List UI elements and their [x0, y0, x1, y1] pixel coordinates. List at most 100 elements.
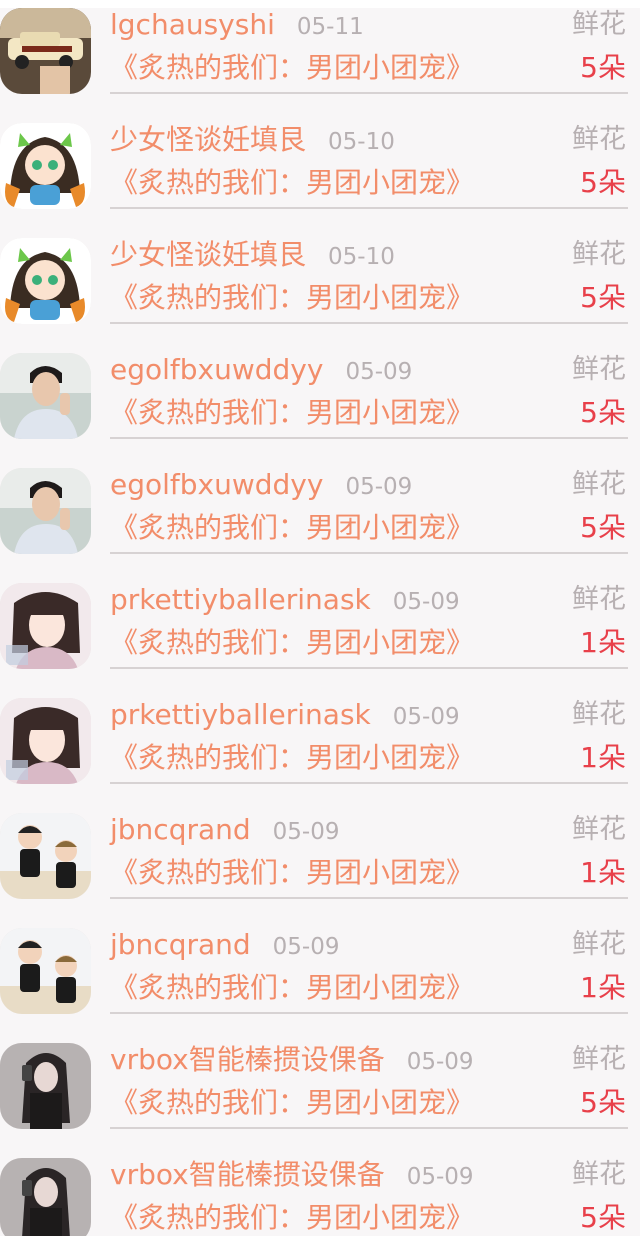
divider	[110, 1012, 628, 1014]
gift-count: 1朵	[580, 856, 626, 889]
name-line: vrbox智能榛掼设倮备 05-09	[110, 1042, 474, 1078]
cartoon-duo-avatar	[0, 813, 91, 899]
avatar[interactable]	[0, 468, 91, 554]
gift-count: 5朵	[580, 1086, 626, 1119]
gift-type-label: 鲜花	[572, 584, 626, 615]
gift-type-label: 鲜花	[572, 814, 626, 845]
book-title[interactable]: 《炙热的我们：男团小团宠》	[110, 395, 474, 431]
gift-type-label: 鲜花	[572, 699, 626, 730]
avatar[interactable]	[0, 1158, 91, 1236]
avatar[interactable]	[0, 8, 91, 94]
woman-selfie-avatar	[0, 1158, 91, 1236]
username[interactable]: 少女怪谈妊填艮	[110, 237, 306, 273]
book-title[interactable]: 《炙热的我们：男团小团宠》	[110, 970, 474, 1006]
gift-date: 05-09	[272, 934, 340, 960]
gift-type-label: 鲜花	[572, 124, 626, 155]
gift-type-label: 鲜花	[572, 9, 626, 40]
man-portrait-avatar	[0, 468, 91, 554]
gift-date: 05-11	[296, 14, 364, 40]
avatar[interactable]	[0, 698, 91, 784]
name-line: egolfbxuwddyy 05-09	[110, 467, 412, 503]
divider	[110, 437, 628, 439]
gift-type-label: 鲜花	[572, 239, 626, 270]
book-title[interactable]: 《炙热的我们：男团小团宠》	[110, 740, 474, 776]
girl-portrait-avatar	[0, 583, 91, 669]
gift-date: 05-09	[345, 359, 413, 385]
book-title[interactable]: 《炙热的我们：男团小团宠》	[110, 625, 474, 661]
avatar[interactable]	[0, 813, 91, 899]
gift-date: 05-10	[328, 129, 395, 155]
username[interactable]: egolfbxuwddyy	[110, 352, 323, 388]
name-line: jbncqrand 05-09	[110, 927, 340, 963]
gift-count: 1朵	[580, 626, 626, 659]
gift-count: 5朵	[580, 51, 626, 84]
list-item[interactable]: lgchausyshi 05-11 鲜花 《炙热的我们：男团小团宠》 5朵	[0, 0, 640, 109]
divider	[110, 1127, 628, 1129]
list-item[interactable]: prkettiyballerinask 05-09 鲜花 《炙热的我们：男团小团…	[0, 684, 640, 799]
divider	[110, 782, 628, 784]
man-portrait-avatar	[0, 353, 91, 439]
gift-count: 5朵	[580, 396, 626, 429]
username[interactable]: egolfbxuwddyy	[110, 467, 323, 503]
list-item[interactable]: egolfbxuwddyy 05-09 鲜花 《炙热的我们：男团小团宠》 5朵	[0, 454, 640, 569]
gift-date: 05-09	[345, 474, 413, 500]
gift-date: 05-10	[328, 244, 395, 270]
avatar[interactable]	[0, 123, 91, 209]
username[interactable]: vrbox智能榛掼设倮备	[110, 1157, 385, 1193]
book-title[interactable]: 《炙热的我们：男团小团宠》	[110, 510, 474, 546]
girl-portrait-avatar	[0, 698, 91, 784]
gift-date: 05-09	[406, 1164, 474, 1190]
list-item[interactable]: jbncqrand 05-09 鲜花 《炙热的我们：男团小团宠》 1朵	[0, 914, 640, 1029]
username[interactable]: 少女怪谈妊填艮	[110, 122, 306, 158]
list-item[interactable]: jbncqrand 05-09 鲜花 《炙热的我们：男团小团宠》 1朵	[0, 799, 640, 914]
gift-type-label: 鲜花	[572, 1159, 626, 1190]
gift-date: 05-09	[272, 819, 340, 845]
list-item[interactable]: 少女怪谈妊填艮 05-10 鲜花 《炙热的我们：男团小团宠》 5朵	[0, 109, 640, 224]
book-title[interactable]: 《炙热的我们：男团小团宠》	[110, 50, 474, 86]
gift-count: 5朵	[580, 1201, 626, 1234]
gift-type-label: 鲜花	[572, 354, 626, 385]
book-title[interactable]: 《炙热的我们：男团小团宠》	[110, 1085, 474, 1121]
divider	[110, 897, 628, 899]
username[interactable]: jbncqrand	[110, 927, 251, 963]
avatar[interactable]	[0, 1043, 91, 1129]
gift-count: 5朵	[580, 281, 626, 314]
username[interactable]: jbncqrand	[110, 812, 251, 848]
name-line: prkettiyballerinask 05-09	[110, 697, 460, 733]
avatar[interactable]	[0, 928, 91, 1014]
list-item[interactable]: vrbox智能榛掼设倮备 05-09 鲜花 《炙热的我们：男团小团宠》 5朵	[0, 1144, 640, 1236]
gift-record-list: lgchausyshi 05-11 鲜花 《炙热的我们：男团小团宠》 5朵 少女…	[0, 0, 640, 1236]
anime-girl-avatar	[0, 238, 91, 324]
gift-type-label: 鲜花	[572, 1044, 626, 1075]
name-line: vrbox智能榛掼设倮备 05-09	[110, 1157, 474, 1193]
book-title[interactable]: 《炙热的我们：男团小团宠》	[110, 1200, 474, 1236]
book-title[interactable]: 《炙热的我们：男团小团宠》	[110, 165, 474, 201]
avatar[interactable]	[0, 353, 91, 439]
avatar[interactable]	[0, 238, 91, 324]
name-line: jbncqrand 05-09	[110, 812, 340, 848]
cartoon-duo-avatar	[0, 928, 91, 1014]
book-title[interactable]: 《炙热的我们：男团小团宠》	[110, 855, 474, 891]
book-title[interactable]: 《炙热的我们：男团小团宠》	[110, 280, 474, 316]
username[interactable]: vrbox智能榛掼设倮备	[110, 1042, 385, 1078]
woman-selfie-avatar	[0, 1043, 91, 1129]
username[interactable]: lgchausyshi	[110, 7, 275, 43]
gift-date: 05-09	[392, 589, 460, 615]
list-item[interactable]: vrbox智能榛掼设倮备 05-09 鲜花 《炙热的我们：男团小团宠》 5朵	[0, 1029, 640, 1144]
gift-count: 1朵	[580, 741, 626, 774]
divider	[110, 322, 628, 324]
avatar[interactable]	[0, 583, 91, 669]
gift-count: 5朵	[580, 166, 626, 199]
username[interactable]: prkettiyballerinask	[110, 697, 371, 733]
list-item[interactable]: egolfbxuwddyy 05-09 鲜花 《炙热的我们：男团小团宠》 5朵	[0, 339, 640, 454]
gift-type-label: 鲜花	[572, 469, 626, 500]
divider	[110, 552, 628, 554]
gift-date: 05-09	[392, 704, 460, 730]
divider	[110, 667, 628, 669]
car-photo-avatar	[0, 8, 91, 94]
list-item[interactable]: prkettiyballerinask 05-09 鲜花 《炙热的我们：男团小团…	[0, 569, 640, 684]
divider	[110, 207, 628, 209]
username[interactable]: prkettiyballerinask	[110, 582, 371, 618]
name-line: 少女怪谈妊填艮 05-10	[110, 237, 395, 273]
list-item[interactable]: 少女怪谈妊填艮 05-10 鲜花 《炙热的我们：男团小团宠》 5朵	[0, 224, 640, 339]
